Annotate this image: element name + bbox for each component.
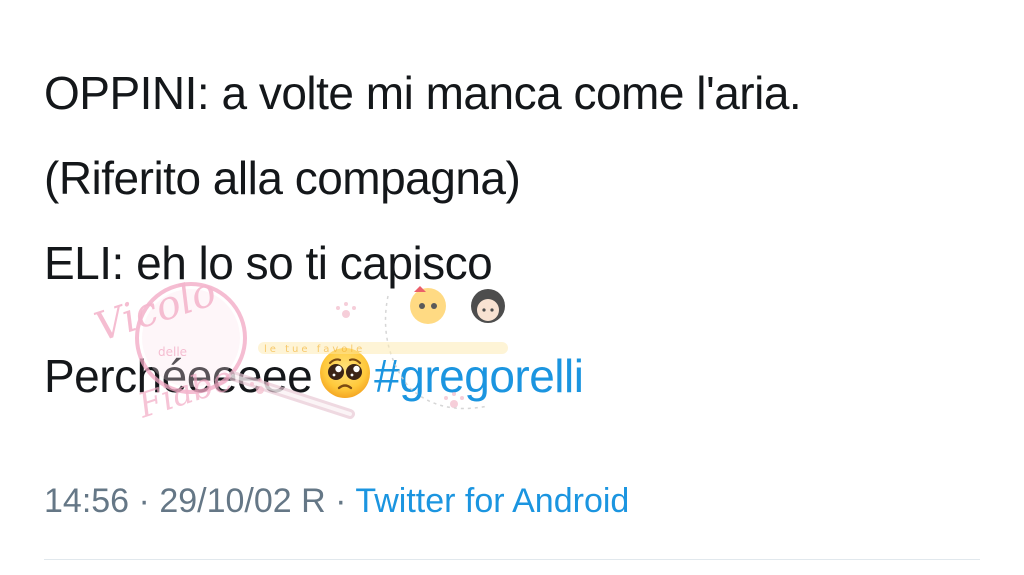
tweet-line: ELI: eh lo so ti capisco [44,237,493,289]
tweet-date: 29/10/02 R [159,482,326,520]
tweet-source-link[interactable]: Twitter for Android [355,482,629,520]
divider [44,559,980,560]
tweet-line-text: Perchéeeeee [44,350,313,402]
pleading-face-icon [318,346,372,400]
tweet-line-last: Perchéeeeee #gregorelli [44,346,584,399]
hashtag-link[interactable]: #gregorelli [374,350,584,402]
tweet-line: (Riferito alla compagna) [44,152,521,204]
meta-separator: · [138,482,150,520]
tweet-time: 14:56 [44,482,130,520]
tweet-meta: 14:56 · 29/10/02 R · Twitter for Android [44,481,629,521]
meta-separator: · [335,482,347,520]
tweet-card: OPPINI: a volte mi manca come l'aria. (R… [0,0,1024,575]
tweet-line: OPPINI: a volte mi manca come l'aria. [44,67,802,119]
